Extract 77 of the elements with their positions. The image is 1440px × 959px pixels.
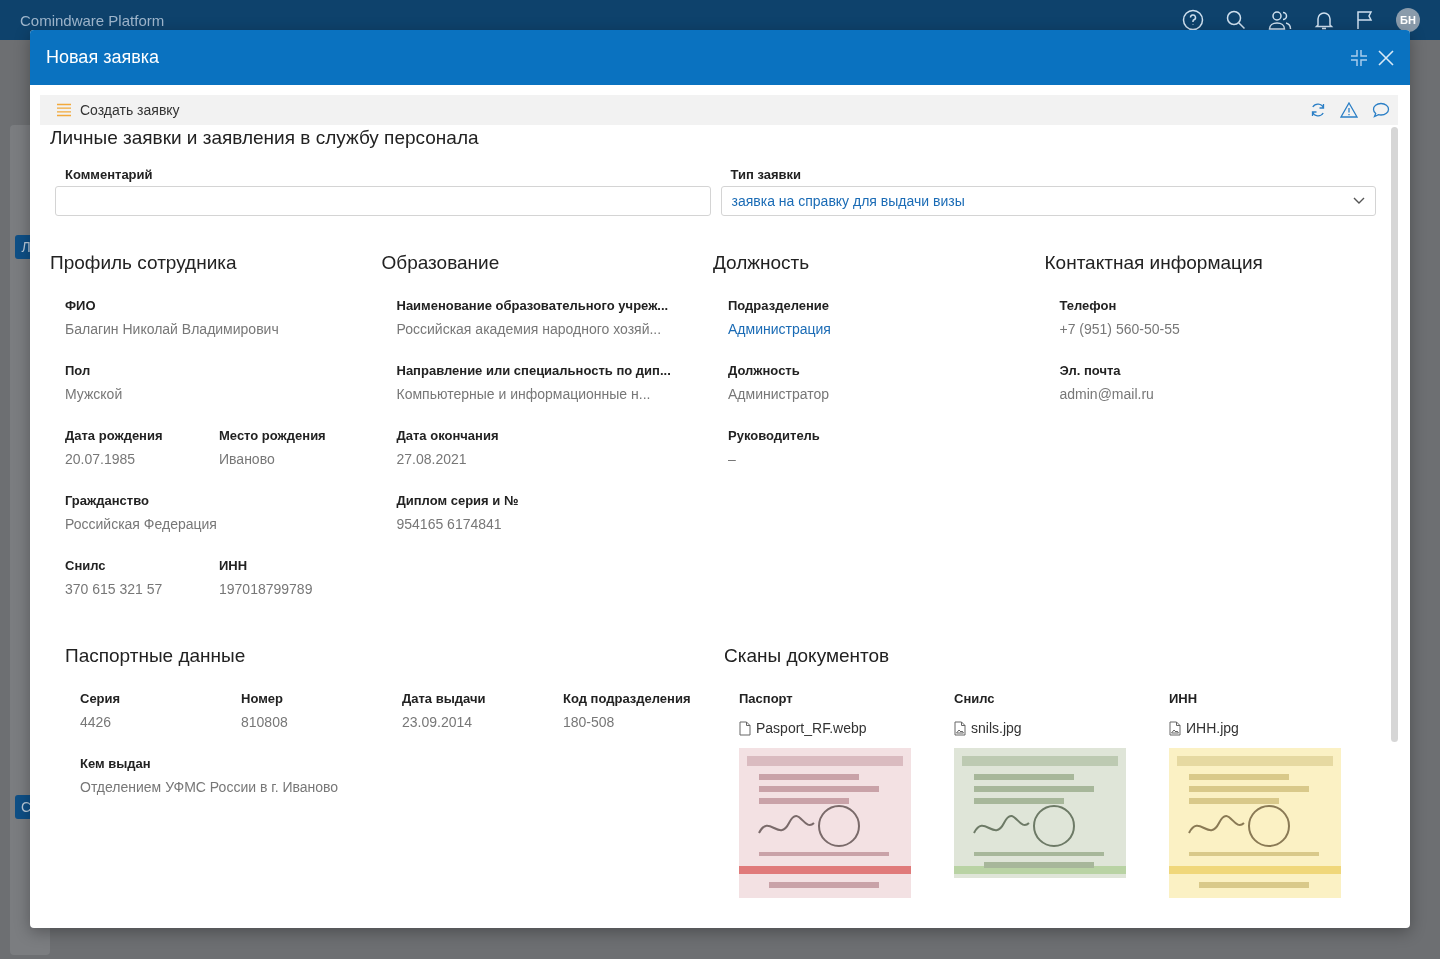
field-value: 180-508 (563, 714, 616, 730)
field-label: Эл. почта (1059, 363, 1122, 378)
app-title: Comindware Platform (20, 11, 165, 29)
form-title: Личные заявки и заявления в службу персонала (50, 127, 480, 149)
field-value: 23.09.2014 (402, 714, 474, 730)
request-type-dropdown[interactable]: заявка на справку для выдачи визы (720, 186, 1376, 216)
field-link[interactable]: Администрация (728, 321, 1036, 337)
field-label: Комментарий (64, 167, 154, 182)
field-value: 20.07.1985 (65, 451, 137, 467)
section-title: Должность (713, 252, 811, 274)
collapse-icon[interactable] (1350, 48, 1368, 67)
field-label: Направление или специальность по дип... (396, 363, 672, 378)
field-value: Балагин Николай Владимирович (65, 321, 280, 337)
help-icon[interactable] (1182, 9, 1204, 31)
chevron-down-icon (1353, 197, 1365, 205)
flag-icon[interactable] (1356, 10, 1374, 30)
bell-icon[interactable] (1314, 10, 1334, 30)
file-link[interactable]: Pasport_RF.webp (739, 720, 954, 736)
image-file-icon (1169, 720, 1181, 736)
field-label: Дата рождения (65, 428, 164, 443)
file-icon (739, 720, 751, 736)
field-label: Наименование образовательного учреж... (396, 298, 670, 313)
field-value: – (728, 451, 737, 467)
image-file-icon (954, 720, 966, 736)
section-title: Образование (381, 252, 501, 274)
chat-icon[interactable] (1372, 102, 1390, 118)
comment-field[interactable] (55, 186, 711, 216)
field-label: Подразделение (728, 298, 831, 313)
scrollbar[interactable] (1391, 127, 1398, 742)
field-value: Иваново (219, 451, 276, 467)
field-label: Код подразделения (563, 691, 692, 706)
section-title: Паспортные данные (65, 645, 247, 667)
field-label: ФИО (65, 298, 97, 313)
file-link[interactable]: ИНН.jpg (1169, 720, 1384, 736)
field-value: 197018799789 (219, 581, 314, 597)
section-title: Сканы документов (724, 645, 891, 667)
file-link[interactable]: snils.jpg (954, 720, 1169, 736)
toolbar-title: Создать заявку (80, 102, 180, 118)
field-value: Компьютерные и информационные н... (396, 386, 652, 402)
field-label: Дата окончания (396, 428, 500, 443)
dialog-title: Новая заявка (46, 47, 159, 68)
field-label: Должность (728, 363, 801, 378)
field-value: 954165 6174841 (396, 516, 503, 532)
field-label: Тип заявки (729, 167, 802, 182)
field-value: Российская Федерация (65, 516, 218, 532)
search-icon[interactable] (1226, 10, 1246, 30)
field-label: Снилс (65, 558, 107, 573)
field-value: 4426 (80, 714, 113, 730)
field-label: Диплом серия и № (396, 493, 520, 508)
refresh-icon[interactable] (1310, 102, 1326, 118)
field-value: Мужской (65, 386, 124, 402)
field-label: Кем выдан (80, 756, 152, 771)
field-label: Место рождения (219, 428, 327, 443)
field-label: Телефон (1059, 298, 1118, 313)
field-label: Пол (65, 363, 92, 378)
close-icon[interactable] (1378, 49, 1394, 66)
field-value: Российская академия народного хозяй... (396, 321, 663, 337)
users-icon[interactable] (1268, 10, 1292, 30)
field-value: +7 (951) 560-50-55 (1059, 321, 1181, 337)
section-title: Контактная информация (1044, 252, 1264, 274)
field-label: ИНН (1169, 691, 1199, 706)
field-value: 810808 (241, 714, 289, 730)
field-value: 370 615 321 57 (65, 581, 164, 597)
field-label: Дата выдачи (402, 691, 487, 706)
field-value: Администратор (728, 386, 830, 402)
field-label: Паспорт (739, 691, 794, 706)
field-label: ИНН (219, 558, 249, 573)
warning-icon[interactable] (1340, 102, 1358, 118)
field-label: Серия (80, 691, 122, 706)
field-value: admin@mail.ru (1059, 386, 1155, 402)
field-value: Отделением УФМС России в г. Иваново (80, 779, 340, 795)
field-label: Руководитель (728, 428, 821, 443)
field-label: Снилс (954, 691, 996, 706)
field-label: Номер (241, 691, 284, 706)
field-value: 27.08.2021 (396, 451, 468, 467)
field-label: Гражданство (65, 493, 150, 508)
section-title: Профиль сотрудника (50, 252, 238, 274)
